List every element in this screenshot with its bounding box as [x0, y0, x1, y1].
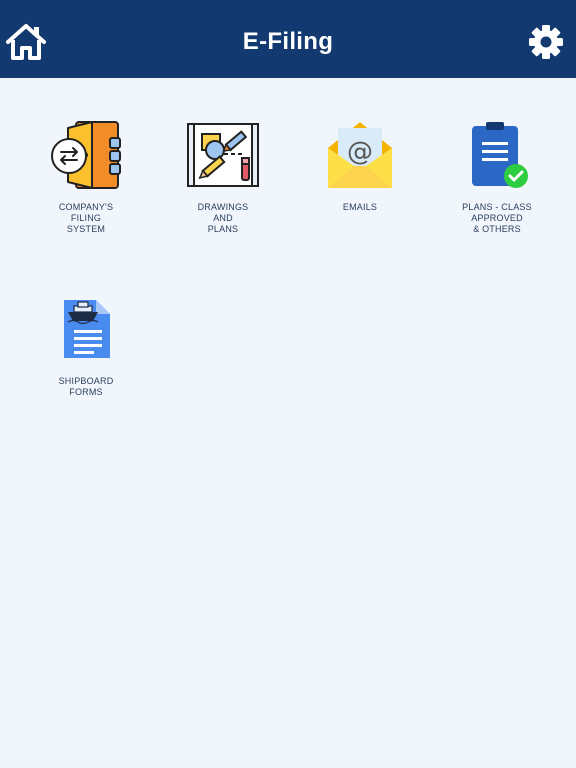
tile-label: PLANS - CLASS APPROVED & OTHERS [462, 202, 532, 234]
company-filing-folder-icon [51, 121, 121, 189]
email-envelope-icon: @ [328, 122, 392, 188]
settings-button[interactable] [524, 20, 568, 64]
header-bar: E-Filing [0, 0, 576, 78]
clipboard-check-icon [472, 122, 528, 188]
page-title: E-Filing [242, 28, 334, 55]
tile-label: COMPANY'S FILING SYSTEM [58, 202, 114, 234]
drawings-blueprint-icon [187, 123, 259, 187]
gear-icon [529, 25, 563, 59]
svg-text:@: @ [347, 137, 373, 167]
tile-label: DRAWINGS AND PLANS [197, 202, 249, 234]
shipboard-document-icon [64, 300, 110, 358]
tile-label: EMAILS [342, 202, 378, 212]
tile-label: SHIPBOARD FORMS [58, 376, 114, 397]
